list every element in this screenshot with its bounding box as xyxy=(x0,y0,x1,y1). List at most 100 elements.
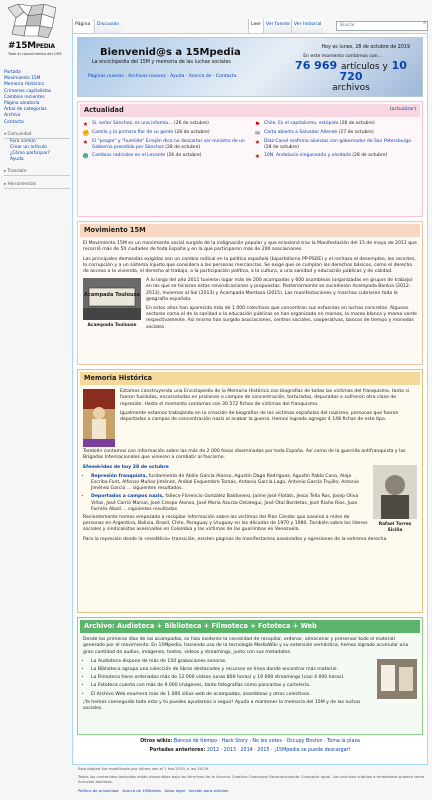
news-item[interactable]: ★ 10N. Andalucía ninguneada y olvidada (2… xyxy=(254,153,418,160)
page-tabs: Página Discusión Leer Ver fuente Ver his… xyxy=(72,19,428,33)
wiki-link[interactable]: Occupy Boston xyxy=(286,739,322,744)
archivo-help: ¡Ya hemos conseguido todo esto y tú pued… xyxy=(83,699,361,711)
toulouse-caption: Acampada Toulouse xyxy=(87,323,137,329)
news-item[interactable]: ☻ Cambios radicales en el Levante (26 de … xyxy=(82,153,246,160)
archivo-item: La Fototeca cuenta con más de 9 000 imág… xyxy=(91,683,417,689)
memoria-condor: Recientemente hemos empezado a recopilar… xyxy=(83,514,368,533)
people-icon: ☻ xyxy=(82,153,89,161)
archive-photo[interactable] xyxy=(377,658,417,699)
sidebar-section-translate[interactable]: ▸ Translate xyxy=(4,168,70,177)
archivo-heading: Archivo: Audioteca + Biblioteca + Filmot… xyxy=(80,620,420,634)
memoria-heading: Memoria Histórica xyxy=(80,372,420,386)
memoria-transicion: Para la represión desde la «modélica» tr… xyxy=(83,536,388,542)
search-icon[interactable]: ⌕ xyxy=(423,20,426,27)
welcome-title: Bienvenid@s a 15Mpedia xyxy=(100,47,241,58)
welcome-banner: Bienvenid@s a 15Mpedia La enciclopedia d… xyxy=(77,37,423,97)
sidebar-item-contacto[interactable]: Contacto xyxy=(4,120,70,126)
site-logo[interactable]: #15MPEDIA Todo el conocimiento del 15M xyxy=(4,4,64,62)
logo-tagline: Todo el conocimiento del 15M xyxy=(8,52,62,56)
footer-license: Todos los contenidos textuales están dis… xyxy=(78,774,425,784)
sidebar-section-comunidad[interactable]: ▾ Comunidad xyxy=(4,131,70,139)
republic-poster[interactable] xyxy=(83,389,115,448)
toulouse-photo[interactable]: Acampada Toulouse Acampada Toulouse xyxy=(83,278,141,329)
tab-history[interactable]: Ver historial xyxy=(291,19,324,33)
flag-icon: ⚑ xyxy=(254,121,261,129)
torres-caption: Rafael Torres Sicilia xyxy=(378,521,412,533)
footer-link[interactable]: Política de privacidad xyxy=(78,788,119,793)
wiki-link[interactable]: Bancos de tiempo xyxy=(174,739,217,744)
archivo-intro: Desde los primeros días de las acampadas… xyxy=(83,637,409,655)
memoria-intro: Estamos construyendo una Enciclopedia de… xyxy=(120,389,410,407)
search-input[interactable]: Buscar xyxy=(336,21,428,31)
archivo-item: La Biblioteca agrupa una colección de li… xyxy=(91,667,417,673)
cover-link[interactable]: 2013 xyxy=(224,748,236,753)
banner-nav: Páginas nuevas · Archivos nuevos · Ayuda… xyxy=(88,74,237,79)
download-link[interactable]: ¡15Mpedia se puede descargar! xyxy=(274,748,350,753)
cover-link[interactable]: 2014 xyxy=(240,748,252,753)
cover-link[interactable]: 2012 xyxy=(207,748,219,753)
star-icon: ★ xyxy=(82,121,89,129)
today-date: Hoy es lunes, 28 de octubre de 2019 xyxy=(321,45,410,50)
footer-link[interactable]: Versión para móviles xyxy=(189,788,229,793)
m15-section: Movimiento 15M El Movimiento 15M es un m… xyxy=(77,221,423,365)
memoria-nazismo: Igualmente estamos trabajando en la crea… xyxy=(120,410,399,422)
archivo-item: La Filmoteca tiene ordenados más de 12 0… xyxy=(91,675,417,681)
fist-icon: ✊ xyxy=(82,130,90,138)
banner-link-paginas[interactable]: Páginas nuevas xyxy=(88,74,124,79)
efemeride-item: Deportados a campos nazis, fallece Flore… xyxy=(91,494,417,513)
sidebar: Portada Movimiento 15M Memoria Histórica… xyxy=(4,70,70,190)
letter-icon: ✉ xyxy=(254,130,261,138)
archivo-item: El Archivo Web enumera más de 1 000 siti… xyxy=(91,692,417,698)
star-icon: ★ xyxy=(82,139,89,147)
sidebar-section-tools[interactable]: ▸ Herramientas xyxy=(4,181,70,190)
wiki-link[interactable]: Hack Story xyxy=(222,739,248,744)
page-footer: Esta página fue modificada por última ve… xyxy=(78,766,428,793)
banner-link-archivos[interactable]: Archivos nuevos xyxy=(128,74,166,79)
footer-link[interactable]: Aviso legal xyxy=(165,788,185,793)
news-edit-link[interactable]: (actualizar) xyxy=(390,107,416,113)
welcome-subtitle: La enciclopedia del 15M y memoria de las… xyxy=(92,60,231,65)
tab-read[interactable]: Leer xyxy=(248,19,264,33)
banner-link-contacto[interactable]: Contacto xyxy=(216,74,237,79)
toulouse-photo-image: Acampada Toulouse xyxy=(83,278,141,321)
torres-portrait-image xyxy=(373,464,417,519)
cover-link[interactable]: 2015 xyxy=(257,748,269,753)
star-icon: ★ xyxy=(254,153,261,161)
footer-link[interactable]: Acerca de 15Mpedia xyxy=(122,788,161,793)
news-item[interactable]: ⚑ Chile. Es el capitalismo, estúpido (28 … xyxy=(254,121,418,128)
m15-heading: Movimiento 15M xyxy=(80,224,420,238)
previous-covers: Portadas anteriores: 2012 · 2013 · 2014 … xyxy=(149,747,351,753)
footer-links: Política de privacidad Acerca de 15Mpedi… xyxy=(78,788,428,793)
banner-link-acerca[interactable]: Acerca de xyxy=(189,74,212,79)
tab-page[interactable]: Página xyxy=(72,19,93,33)
news-item[interactable]: ★ Díaz-Canel reafirma alianzas con gobern… xyxy=(254,139,418,151)
other-wikis: Otros wikis: Bancos de tiempo · Hack Sto… xyxy=(140,739,360,744)
torres-portrait[interactable]: Rafael Torres Sicilia xyxy=(373,464,417,535)
archivo-item: La Audioteca dispone de más de 150 graba… xyxy=(91,659,417,665)
main-content: Bienvenid@s a 15Mpedia La enciclopedia d… xyxy=(72,33,428,765)
footer-modified: Esta página fue modificada por última ve… xyxy=(78,766,210,771)
archivo-list: La Audioteca dispone de más de 150 graba… xyxy=(83,659,417,698)
articles-count[interactable]: 76 969 xyxy=(295,59,337,72)
svg-text:Acampada Toulouse: Acampada Toulouse xyxy=(84,292,140,298)
news-heading: Actualidad (actualizar) xyxy=(80,104,420,118)
archivo-section: Archivo: Audioteca + Biblioteca + Filmot… xyxy=(77,617,423,735)
news-item[interactable]: ★ Sí, señor Sánchez, es una infamia… (26 … xyxy=(82,121,246,128)
news-item[interactable]: ✉ Carta abierta a Salvador Allende (27 de… xyxy=(254,130,418,137)
sidebar-item-ayuda[interactable]: Ayuda xyxy=(4,157,70,163)
memoria-section: Memoria Histórica Estamos construyendo u… xyxy=(77,369,423,613)
wiki-link[interactable]: Toma la plaza xyxy=(327,739,360,744)
news-item[interactable]: ★ El "progre" y "humilde" Errejón dice no… xyxy=(82,139,246,151)
article-counter: 76 969 artículos y 10 720 archivos xyxy=(295,59,407,93)
wiki-link[interactable]: No les votes xyxy=(252,739,281,744)
news-item[interactable]: ✊ Camilo y la primera flor de su gente (2… xyxy=(82,130,246,137)
tab-source[interactable]: Ver fuente xyxy=(263,19,292,33)
efemerides-heading[interactable]: Efemérides de hoy 28 de octubre xyxy=(83,465,417,471)
efemeride-item: Represión franquista, fusilamiento de Ab… xyxy=(91,474,417,493)
efemerides-list: Represión franquista, fusilamiento de Ab… xyxy=(83,474,417,513)
news-section: Actualidad (actualizar) ★ Sí, señor Sánch… xyxy=(77,101,423,217)
memoria-fosas: También contamos con información sobre l… xyxy=(83,449,406,461)
tab-discussion[interactable]: Discusión xyxy=(94,19,122,33)
banner-link-ayuda[interactable]: Ayuda xyxy=(170,74,184,79)
m15-demands: Las principales demandas exigidas son un… xyxy=(83,256,416,274)
